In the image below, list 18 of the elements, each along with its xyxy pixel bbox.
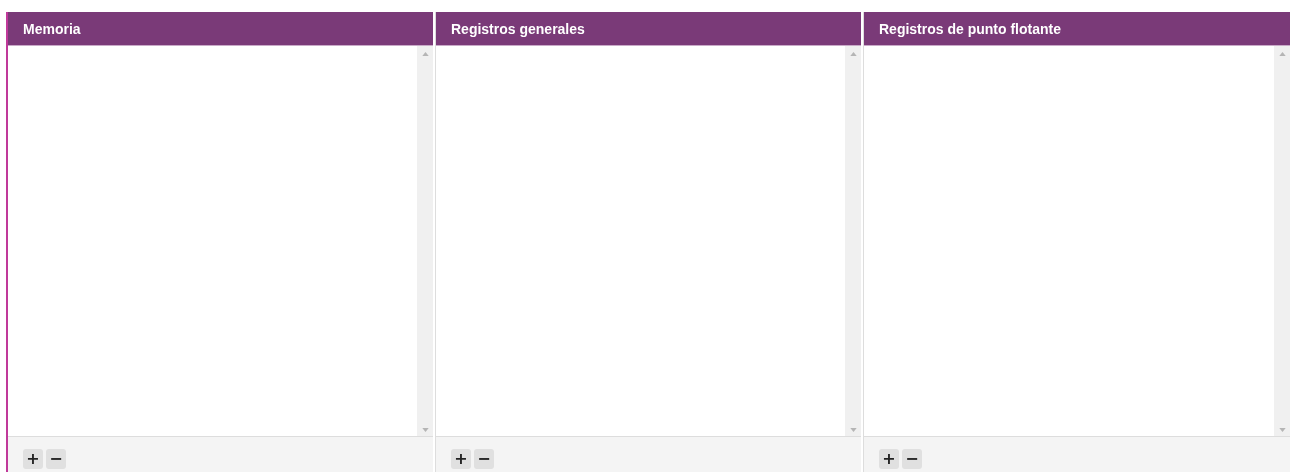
scroll-down-icon[interactable] — [421, 428, 429, 432]
add-button[interactable]: + — [451, 449, 471, 469]
panel-title: Registros generales — [436, 12, 861, 46]
remove-button[interactable]: − — [902, 449, 922, 469]
scrollbar[interactable] — [417, 46, 433, 436]
scroll-down-icon[interactable] — [849, 428, 857, 432]
remove-button[interactable]: − — [46, 449, 66, 469]
scroll-up-icon[interactable] — [421, 52, 429, 56]
add-button[interactable]: + — [879, 449, 899, 469]
scroll-up-icon[interactable] — [849, 52, 857, 56]
add-button[interactable]: + — [23, 449, 43, 469]
scrollbar[interactable] — [845, 46, 861, 436]
scroll-down-icon[interactable] — [1278, 428, 1286, 432]
scroll-up-icon[interactable] — [1278, 52, 1286, 56]
scrollbar[interactable] — [1274, 46, 1290, 436]
remove-button[interactable]: − — [474, 449, 494, 469]
panel-title: Memoria — [8, 12, 433, 46]
panel-title: Registros de punto flotante — [864, 12, 1290, 46]
